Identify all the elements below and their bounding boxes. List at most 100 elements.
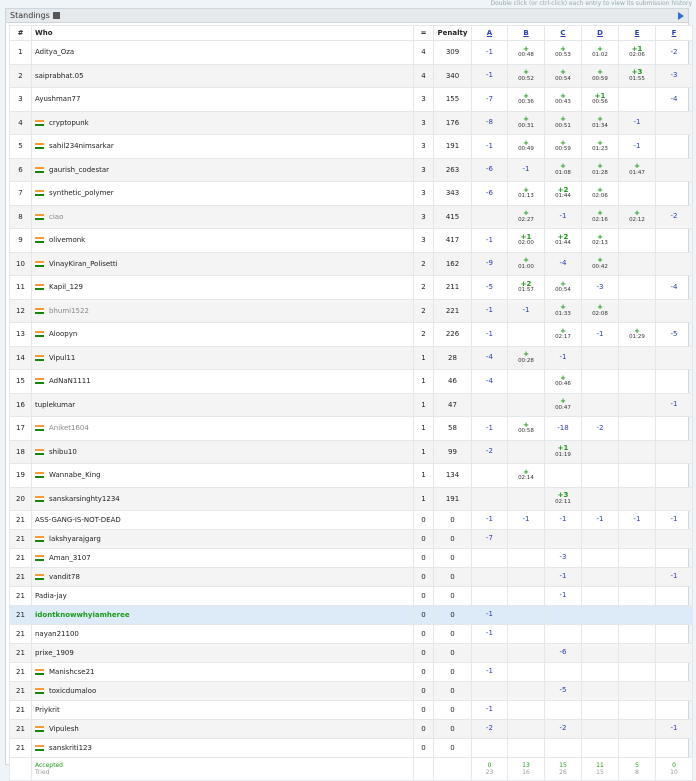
problem-result-cell[interactable]: +01:00 (507, 251, 545, 276)
problem-e-header[interactable]: E (618, 25, 656, 41)
table-row[interactable]: 19 Wannabe_King 1 134 +02:14 (9, 463, 693, 488)
participant-name[interactable]: olivemonk (49, 236, 85, 244)
problem-result-cell[interactable]: +01:33 (544, 298, 582, 323)
participant-name[interactable]: lakshyarajgarg (49, 535, 101, 543)
problem-result-cell[interactable]: -1 (581, 510, 619, 530)
problem-result-cell[interactable]: +02:27 (507, 204, 545, 229)
problem-result-cell[interactable]: -1 (544, 586, 582, 606)
participant-name[interactable]: VinayKiran_Polisetti (49, 260, 118, 268)
grid-icon[interactable] (52, 12, 60, 19)
problem-result-cell[interactable]: -1 (655, 719, 693, 739)
problem-result-cell[interactable]: +01:23 (581, 134, 619, 159)
participant-name[interactable]: nayan21100 (35, 630, 79, 638)
problem-result-cell[interactable]: +02:14 (507, 463, 545, 488)
problem-result-cell[interactable]: -1 (544, 510, 582, 530)
problem-result-cell[interactable]: +1 01:19 (544, 439, 582, 464)
problem-result-cell[interactable]: -4 (471, 369, 508, 394)
problem-result-cell[interactable]: +2 01:57 (507, 275, 545, 300)
problem-result-cell[interactable]: -1 (507, 510, 545, 530)
problem-result-cell[interactable]: -1 (544, 567, 582, 587)
problem-result-cell[interactable]: -18 (544, 416, 582, 441)
problem-result-cell[interactable]: +01:13 (507, 181, 545, 206)
table-row[interactable]: 18 shibu10 1 99 -2 +1 01:19 (9, 439, 693, 464)
participant-name[interactable]: bhumi1522 (49, 307, 89, 315)
participant-name[interactable]: Kapil_129 (49, 283, 83, 291)
problem-result-cell[interactable]: +01:02 (581, 40, 619, 65)
problem-result-cell[interactable]: -1 (471, 322, 508, 347)
participant-name[interactable]: sanskarsinghty1234 (49, 495, 120, 503)
table-row[interactable]: 4 cryptopunk 3 176 -8 +00:31 +00:51 +01:34 -1 (9, 110, 693, 135)
problem-result-cell[interactable]: +02:08 (581, 298, 619, 323)
participant-name[interactable]: saiprabhat.05 (35, 72, 84, 80)
problem-result-cell[interactable]: +00:49 (507, 134, 545, 159)
problem-result-cell[interactable]: -4 (544, 251, 582, 276)
problem-result-cell[interactable]: -1 (655, 510, 693, 530)
problem-result-cell[interactable]: -1 (655, 567, 693, 587)
problem-result-cell[interactable]: +01:28 (581, 157, 619, 182)
problem-result-cell[interactable]: +02:12 (618, 204, 656, 229)
problem-result-cell[interactable]: +2 01:44 (544, 181, 582, 206)
table-row[interactable]: 21 nayan21100 0 0 -1 (9, 624, 693, 644)
problem-result-cell[interactable]: +02:13 (581, 228, 619, 253)
problem-result-cell[interactable]: +00:52 (507, 63, 545, 88)
table-row[interactable]: 2 saiprabhat.05 4 340 -1 +00:52 +00:54 +00:59 +3… (9, 63, 693, 88)
problem-result-cell[interactable]: +01:34 (581, 110, 619, 135)
problem-f-header[interactable]: F (655, 25, 693, 41)
problem-result-cell[interactable]: +00:48 (507, 40, 545, 65)
problem-result-cell[interactable]: +00:31 (507, 110, 545, 135)
problem-b-header[interactable]: B (507, 25, 545, 41)
table-row[interactable]: 5 sahil234nimsarkar 3 191 -1 +00:49 +00:59 +01:… (9, 134, 693, 159)
problem-result-cell[interactable]: -9 (471, 251, 508, 276)
problem-result-cell[interactable]: +00:59 (581, 63, 619, 88)
problem-result-cell[interactable]: +00:28 (507, 345, 545, 370)
table-row[interactable]: 12 bhumi1522 2 221 -1 -1 +01:33 +02:08 (9, 298, 693, 323)
problem-result-cell[interactable]: +00:53 (544, 40, 582, 65)
problem-result-cell[interactable]: -6 (471, 181, 508, 206)
problem-result-cell[interactable]: -1 (471, 624, 508, 644)
participant-name[interactable]: gaurish_codestar (49, 166, 109, 174)
problem-result-cell[interactable]: +00:59 (544, 134, 582, 159)
problem-result-cell[interactable]: -2 (544, 719, 582, 739)
problem-result-cell[interactable]: +1 02:06 (618, 40, 656, 65)
participant-name[interactable]: Aloopyn (49, 330, 77, 338)
problem-result-cell[interactable]: -1 (471, 605, 508, 625)
table-row[interactable]: 21 sanskriti123 0 0 (9, 738, 693, 758)
problem-result-cell[interactable]: -5 (471, 275, 508, 300)
participant-name[interactable]: ciao (49, 213, 63, 221)
problem-result-cell[interactable]: -1 (618, 110, 656, 135)
participant-name[interactable]: cryptopunk (49, 119, 89, 127)
problem-result-cell[interactable]: +02:06 (581, 181, 619, 206)
table-row[interactable]: 21 prixe_1909 0 0 -6 (9, 643, 693, 663)
table-row[interactable]: 16 tuplekumar 1 47 +00:47 -1 (9, 392, 693, 417)
problem-result-cell[interactable]: -3 (655, 63, 693, 88)
table-row[interactable]: 13 Aloopyn 2 226 -1 +02:17 -1 +01:29 -5 (9, 322, 693, 347)
problem-result-cell[interactable]: -1 (471, 416, 508, 441)
problem-result-cell[interactable]: -1 (471, 662, 508, 682)
problem-result-cell[interactable]: +01:29 (618, 322, 656, 347)
participant-name[interactable]: Vipul11 (49, 354, 75, 362)
problem-result-cell[interactable]: +00:42 (581, 251, 619, 276)
problem-d-header[interactable]: D (581, 25, 619, 41)
participant-name[interactable]: idontknowwhyiamheree (35, 611, 130, 619)
problem-result-cell[interactable]: +00:54 (544, 63, 582, 88)
table-row[interactable]: 21 Priykrit 0 0 -1 (9, 700, 693, 720)
participant-name[interactable]: sanskriti123 (49, 744, 92, 752)
table-row[interactable]: 21 idontknowwhyiamheree 0 0 -1 (9, 605, 693, 625)
table-row[interactable]: 11 Kapil_129 2 211 -5 +2 01:57 +00:54 -3 -4 (9, 275, 693, 300)
table-row[interactable]: 3 Ayushman77 3 155 -7 +00:36 +00:43 +1 00:56 -4 (9, 87, 693, 112)
problem-result-cell[interactable]: -1 (655, 392, 693, 417)
participant-name[interactable]: Priykrit (35, 706, 60, 714)
problem-result-cell[interactable]: -2 (655, 40, 693, 65)
participant-name[interactable]: sahil234nimsarkar (49, 142, 114, 150)
problem-result-cell[interactable]: +3 01:55 (618, 63, 656, 88)
table-row[interactable]: 8 ciao 3 415 +02:27 -1 +02:16 +02:12 -2 (9, 204, 693, 229)
problem-result-cell[interactable]: +2 01:44 (544, 228, 582, 253)
problem-c-header[interactable]: C (544, 25, 582, 41)
table-row[interactable]: 14 Vipul11 1 28 -4 +00:28 -1 (9, 345, 693, 370)
problem-result-cell[interactable]: -3 (581, 275, 619, 300)
table-row[interactable]: 21 Manishcse21 0 0 -1 (9, 662, 693, 682)
problem-result-cell[interactable]: -1 (471, 298, 508, 323)
participant-name[interactable]: tuplekumar (35, 401, 75, 409)
participant-name[interactable]: prixe_1909 (35, 649, 74, 657)
problem-result-cell[interactable]: +02:16 (581, 204, 619, 229)
